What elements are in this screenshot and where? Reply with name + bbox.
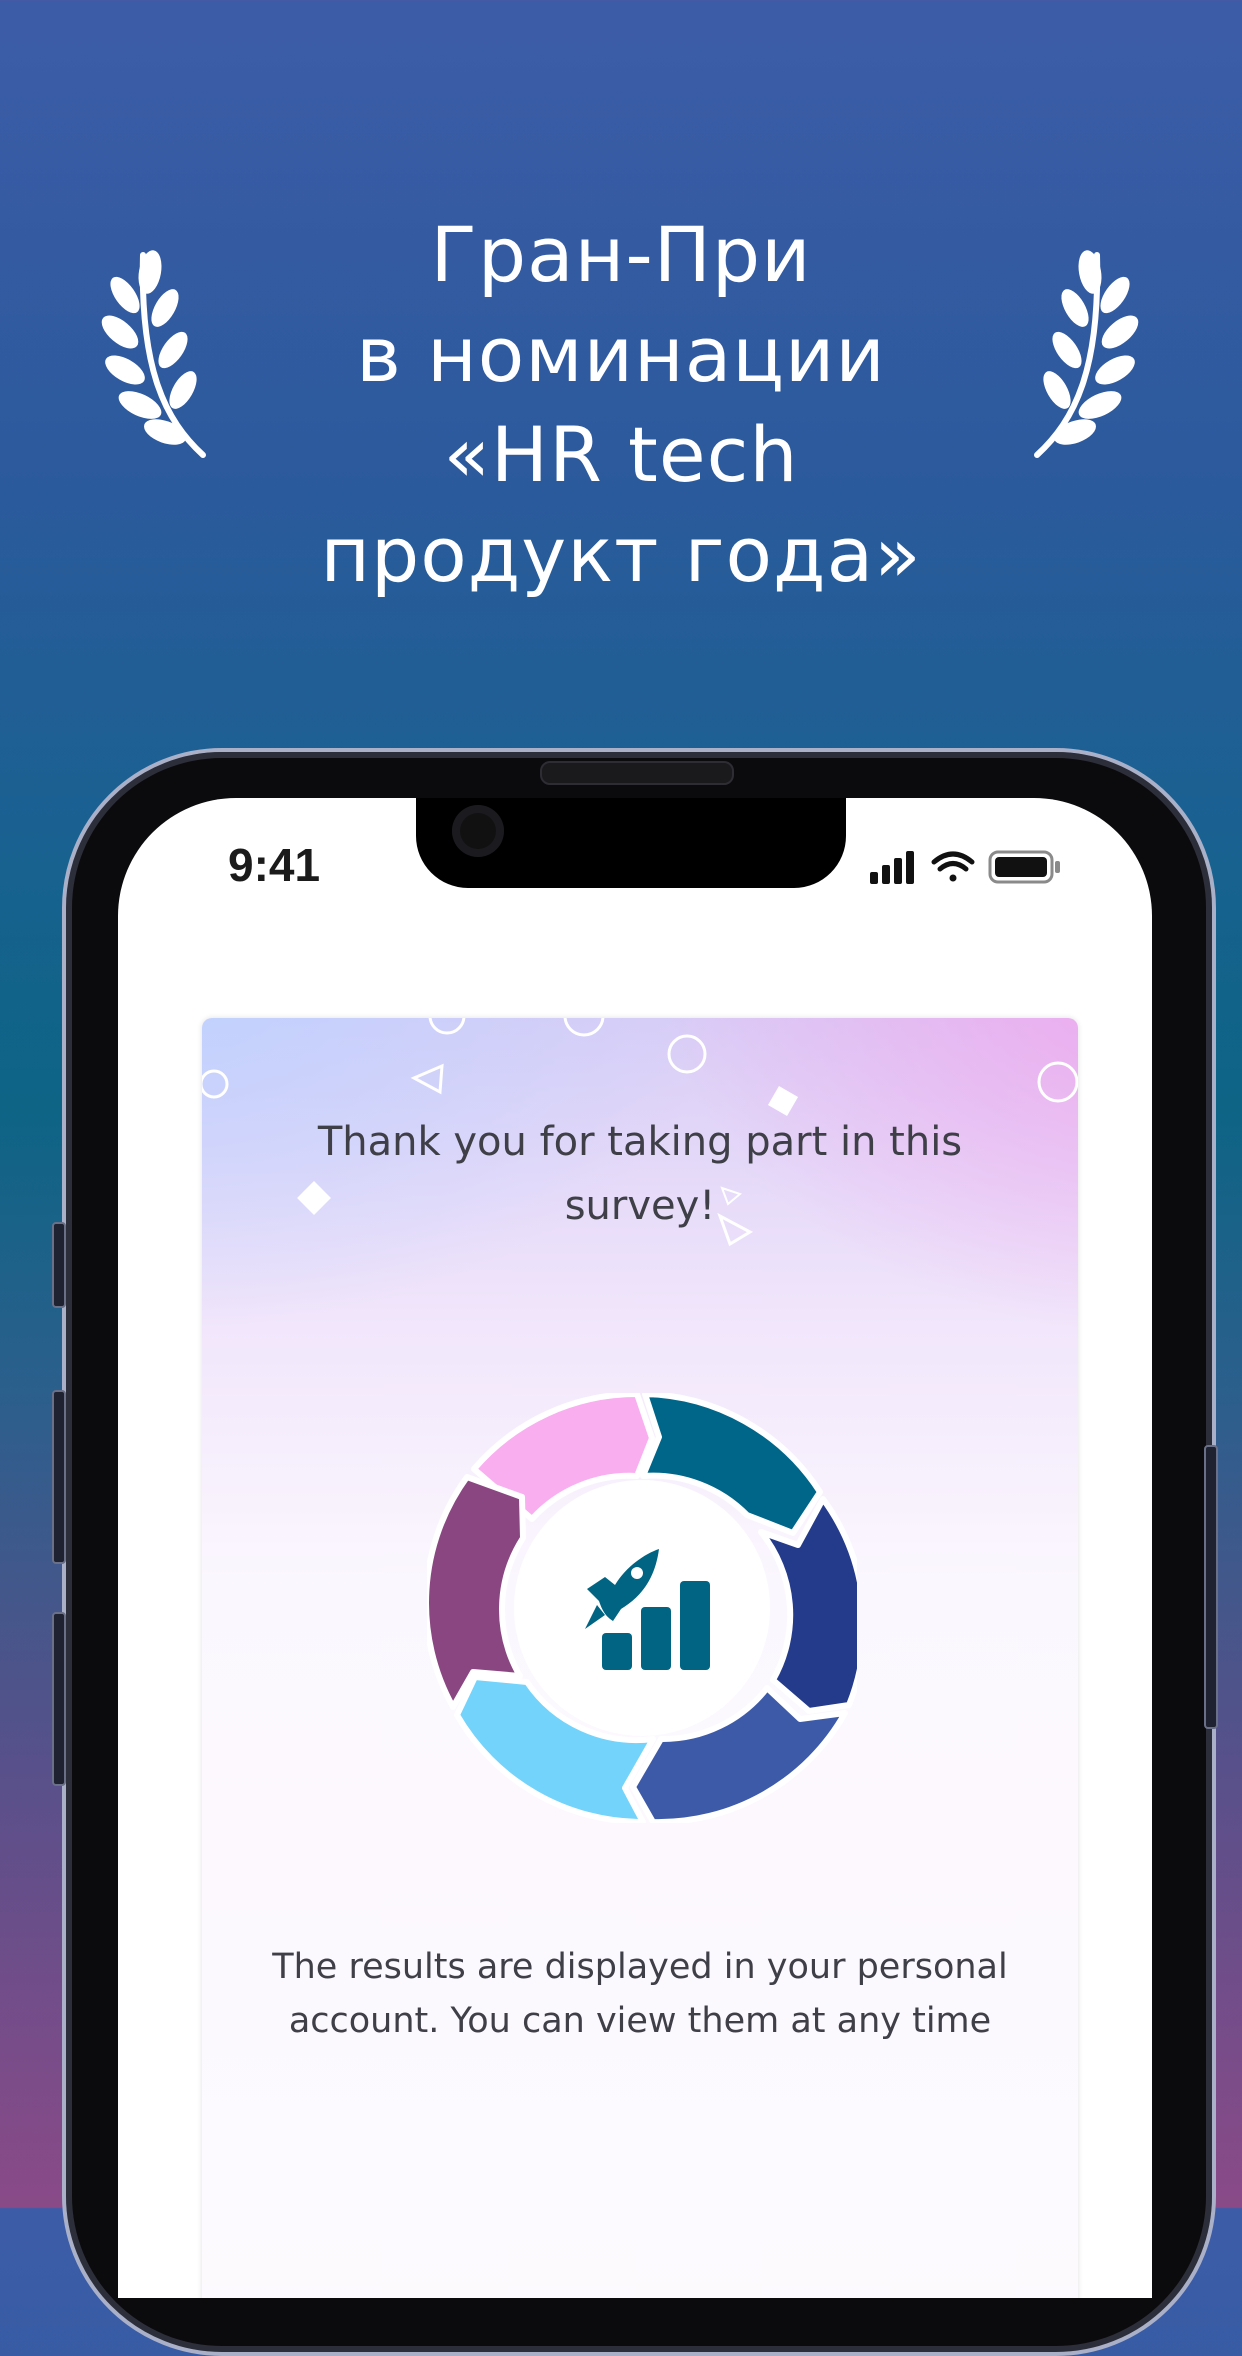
thanks-message: Thank you for taking part in this survey… [317,1119,963,1229]
phone-volume-down-button [52,1612,66,1786]
phone-volume-up-button [52,1390,66,1564]
battery-icon [988,850,1060,884]
survey-complete-card: Thank you for taking part in this survey… [202,1018,1078,2298]
headline-line-4: продукт года» [320,510,922,599]
results-message: The results are displayed in your person… [272,1947,1008,2041]
rocket-growth-cycle-icon [427,1393,857,1823]
laurel-right-icon [1034,250,1139,458]
wifi-icon [931,851,975,882]
phone-power-button [1204,1445,1218,1729]
front-camera [452,805,504,857]
laurel-left-icon [101,250,206,458]
status-icons [870,850,1060,884]
phone-mute-switch [52,1222,66,1308]
phone-screen: 9:41 Thank you for taking part in this s… [118,798,1152,2298]
phone-speaker [540,761,734,785]
status-time: 9:41 [228,839,321,891]
cellular-signal-icon [870,851,914,884]
